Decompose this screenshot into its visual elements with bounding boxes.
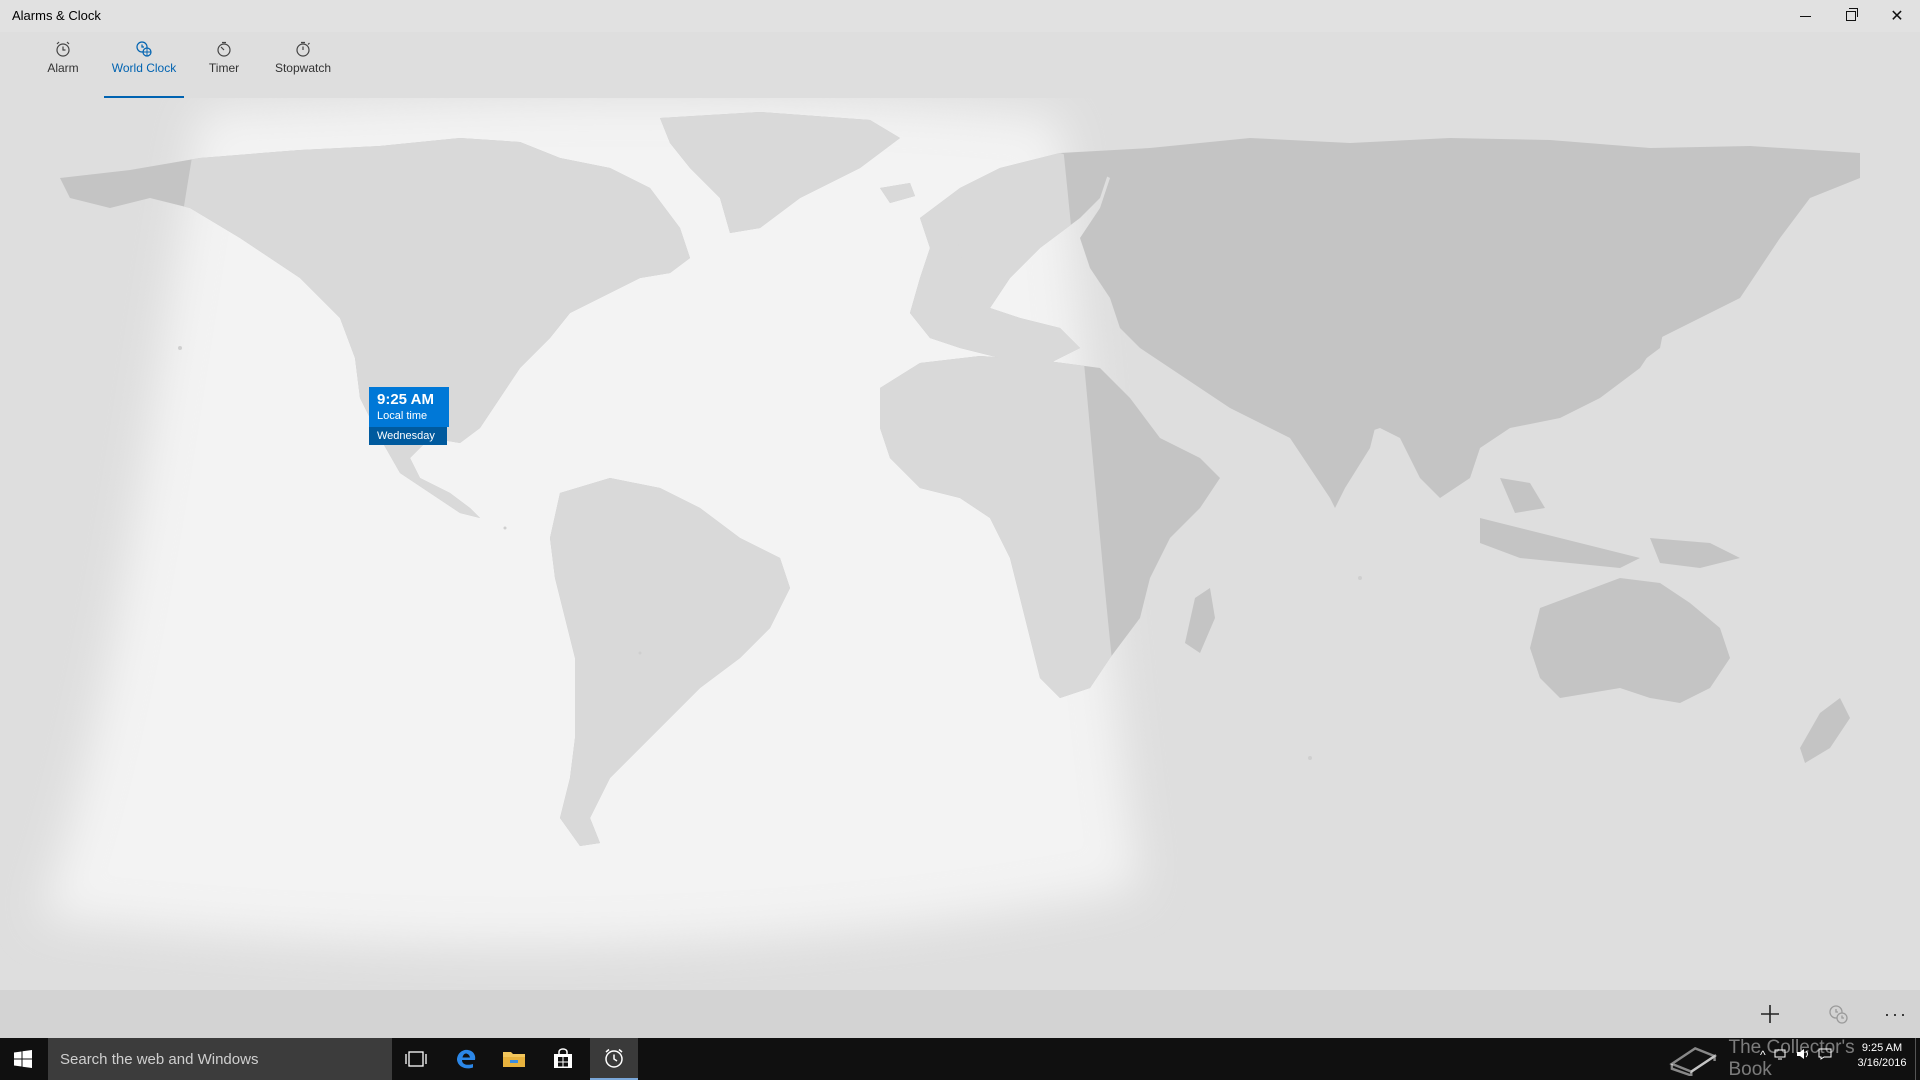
timer-icon [217,41,231,57]
tab-bar: Alarm World Clock Timer Stopwatch [0,32,1920,98]
local-time-value: 9:25 AM [377,391,434,408]
compare-clocks-icon [1829,1005,1848,1024]
system-tray: ^ [1760,1048,1832,1062]
taskbar-date: 3/16/2016 [1857,1057,1907,1069]
taskbar-search-box[interactable] [48,1038,392,1080]
show-desktop-button[interactable] [1915,1038,1920,1080]
taskbar: The Collector's Book ^ 9:25 AM 3/16/2016 [0,1037,1920,1080]
edge-browser-button[interactable] [442,1038,490,1080]
chevron-up-icon[interactable]: ^ [1760,1048,1766,1062]
local-time-box: 9:25 AM Local time [369,387,449,427]
world-map-graphic [0,98,1920,990]
command-bar: ··· [0,990,1920,1038]
compare-button[interactable] [1818,996,1858,1032]
folder-icon [503,1052,525,1067]
title-bar: Alarms & Clock ✕ [0,0,1920,32]
windows-logo-icon [14,1050,32,1068]
store-button[interactable] [539,1038,587,1080]
tab-alarm-label: Alarm [47,61,79,75]
action-center-icon[interactable] [1818,1048,1832,1060]
tab-timer-label: Timer [208,61,240,75]
tab-stopwatch[interactable]: Stopwatch [270,40,336,98]
book-logo-icon [1669,1046,1718,1076]
restore-button[interactable] [1828,0,1874,32]
local-time-label: Local time [377,410,428,422]
local-time-card[interactable]: 9:25 AM Local time Wednesday [369,387,449,445]
alarm-clock-icon [56,41,70,57]
task-view-icon [405,1051,427,1067]
taskbar-time: 9:25 AM [1861,1042,1903,1054]
window-title: Alarms & Clock [12,8,101,23]
store-bag-icon [554,1048,572,1068]
minimize-button[interactable] [1782,0,1828,32]
local-day-label: Wednesday [369,427,447,445]
tab-stopwatch-label: Stopwatch [274,61,332,75]
minimize-icon [1799,15,1811,17]
restore-icon [1846,8,1858,21]
world-clock-icon [136,41,152,57]
edge-icon [457,1049,476,1069]
plus-icon [1761,1005,1779,1023]
more-ellipsis-icon: ··· [1884,1003,1908,1024]
tab-timer[interactable]: Timer [204,40,244,98]
network-icon[interactable] [1774,1048,1788,1060]
start-button[interactable] [0,1038,46,1080]
add-city-button[interactable] [1750,996,1790,1032]
taskbar-clock[interactable]: 9:25 AM 3/16/2016 [1852,1041,1912,1071]
world-map[interactable]: 9:25 AM Local time Wednesday [0,98,1920,990]
more-options-button[interactable]: ··· [1876,996,1916,1032]
close-icon: ✕ [1890,8,1904,25]
file-explorer-button[interactable] [490,1038,538,1080]
volume-icon[interactable] [1796,1048,1810,1060]
tab-world-clock-label: World Clock [111,61,177,75]
tab-world-clock[interactable]: World Clock [104,40,184,98]
alarm-clock-icon [605,1048,623,1068]
stopwatch-icon [296,41,310,57]
taskbar-search-input[interactable] [60,1050,380,1068]
tab-alarm[interactable]: Alarm [42,40,84,98]
close-button[interactable]: ✕ [1874,0,1920,32]
task-view-button[interactable] [392,1038,440,1080]
alarms-clock-taskbar-button[interactable] [590,1038,638,1080]
